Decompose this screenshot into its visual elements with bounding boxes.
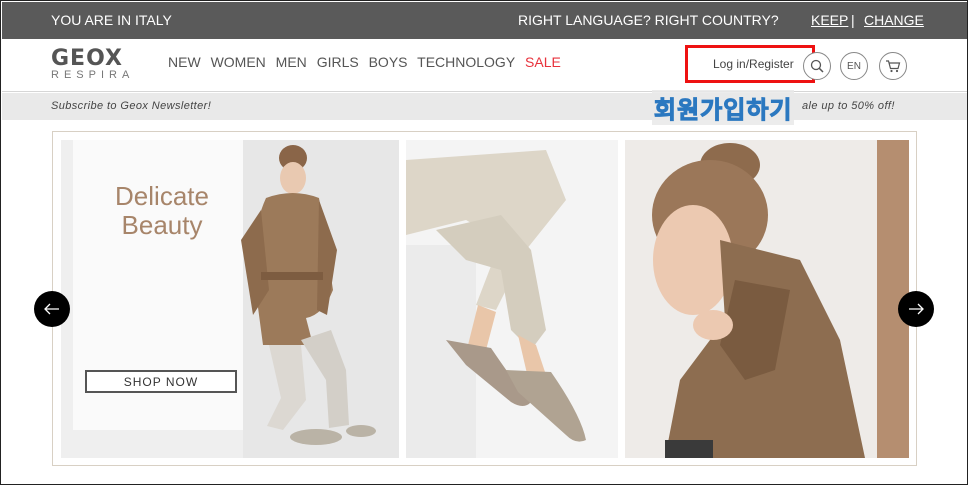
nav-item-technology[interactable]: TECHNOLOGY bbox=[417, 54, 515, 70]
carousel-next-button[interactable] bbox=[898, 291, 934, 327]
link-separator: | bbox=[851, 12, 855, 28]
site-header: GEOX RESPIRA NEW WOMEN MEN GIRLS BOYS TE… bbox=[2, 39, 967, 92]
shop-now-button[interactable]: SHOP NOW bbox=[85, 370, 237, 393]
nav-item-women[interactable]: WOMEN bbox=[211, 54, 266, 70]
newsletter-link[interactable]: Subscribe to Geox Newsletter! bbox=[51, 100, 211, 112]
arrow-left-icon bbox=[44, 303, 59, 315]
hero-panel-trench: Delicate Beauty SHOP NOW bbox=[61, 140, 399, 458]
nav-item-new[interactable]: NEW bbox=[168, 54, 201, 70]
search-button[interactable] bbox=[803, 52, 831, 80]
logo-wordmark: GEOX bbox=[51, 46, 123, 71]
hero-headline: Delicate Beauty bbox=[107, 182, 217, 240]
language-label: EN bbox=[847, 60, 861, 72]
keep-link[interactable]: KEEP bbox=[811, 12, 848, 28]
headline-line-1: Delicate bbox=[115, 181, 209, 211]
logo-subtitle: RESPIRA bbox=[51, 69, 135, 81]
browser-frame: YOU ARE IN ITALY RIGHT LANGUAGE? RIGHT C… bbox=[0, 0, 968, 485]
nav-item-girls[interactable]: GIRLS bbox=[317, 54, 359, 70]
cart-button[interactable] bbox=[879, 52, 907, 80]
hero-panel-portrait bbox=[625, 140, 909, 458]
promo-text: ale up to 50% off! bbox=[802, 100, 895, 112]
language-question: RIGHT LANGUAGE? RIGHT COUNTRY? bbox=[518, 12, 779, 28]
nav-item-sale[interactable]: SALE bbox=[525, 54, 561, 70]
hero-panel-shoes bbox=[406, 140, 618, 458]
portrait-model-image bbox=[625, 140, 909, 458]
change-link[interactable]: CHANGE bbox=[864, 12, 924, 28]
main-nav: NEW WOMEN MEN GIRLS BOYS TECHNOLOGY SALE bbox=[168, 54, 567, 70]
cart-icon bbox=[886, 60, 901, 73]
nav-item-boys[interactable]: BOYS bbox=[369, 54, 408, 70]
language-button[interactable]: EN bbox=[840, 52, 868, 80]
country-bar: YOU ARE IN ITALY RIGHT LANGUAGE? RIGHT C… bbox=[2, 2, 967, 39]
shoes-legs-image bbox=[406, 140, 618, 458]
hero-carousel: Delicate Beauty SHOP NOW bbox=[52, 131, 917, 466]
login-register-link[interactable]: Log in/Register bbox=[713, 57, 794, 71]
headline-line-2: Beauty bbox=[121, 210, 203, 240]
register-annotation-label: 회원가입하기 bbox=[652, 90, 795, 125]
carousel-prev-button[interactable] bbox=[34, 291, 70, 327]
country-text: YOU ARE IN ITALY bbox=[51, 12, 172, 28]
geox-logo[interactable]: GEOX RESPIRA bbox=[51, 48, 153, 82]
newsletter-strip: Subscribe to Geox Newsletter! ale up to … bbox=[2, 93, 967, 120]
nav-item-men[interactable]: MEN bbox=[276, 54, 307, 70]
arrow-right-icon bbox=[909, 303, 924, 315]
search-icon bbox=[810, 59, 824, 73]
